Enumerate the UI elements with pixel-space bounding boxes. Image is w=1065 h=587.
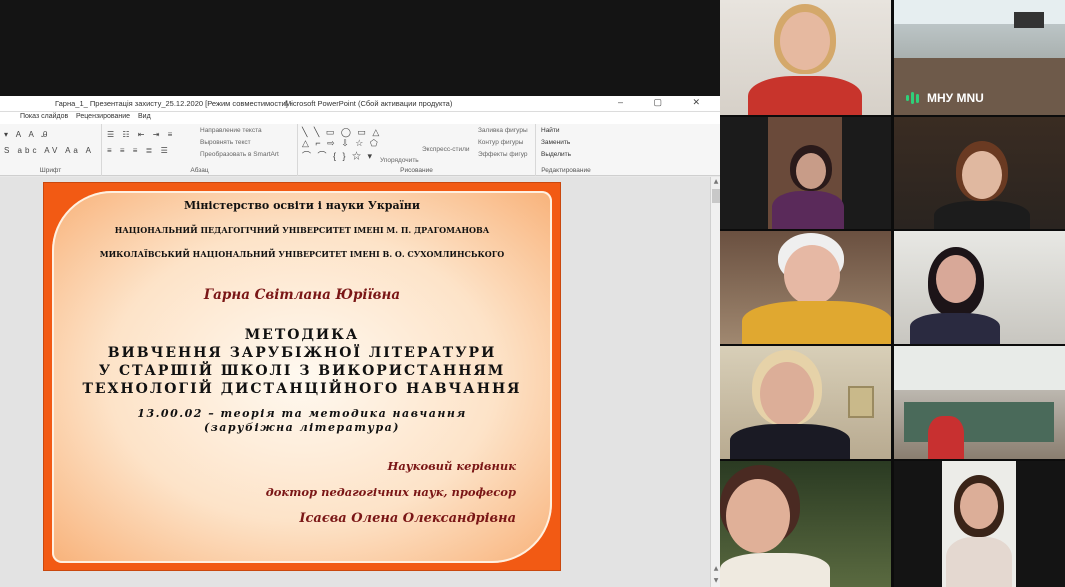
participant-face <box>726 479 790 553</box>
scroll-up-icon[interactable]: ▲ <box>712 178 720 186</box>
text-direction-button[interactable]: Направление текста <box>200 127 262 134</box>
ribbon-group-editing: Найти Заменить Выделить Редактирование <box>536 124 596 176</box>
participant-tile-mnu[interactable]: МНУ MNU <box>894 0 1065 115</box>
list-buttons[interactable]: ☰ ☷ ⇤ ⇥ ≡ <box>107 130 175 139</box>
app-name: Microsoft PowerPoint (Сбой активации про… <box>285 99 453 108</box>
room-tables <box>904 402 1054 442</box>
title-bar: Гарна_1_ Презентація захисту_25.12.2020 … <box>0 96 720 112</box>
participant-body <box>910 313 1000 344</box>
window-controls[interactable]: – ▢ ✕ <box>618 97 714 108</box>
participant-body <box>928 416 964 459</box>
participant-tile[interactable] <box>720 346 891 459</box>
participant-face <box>936 255 976 303</box>
participant-tile[interactable] <box>720 0 891 115</box>
ribbon: ▾ A A Ꭿ S abc AV Aa A Шрифт ☰ ☷ ⇤ ⇥ ≡ ≡ … <box>0 124 720 176</box>
supervisor-degree: доктор педагогічних наук, професор <box>265 485 516 499</box>
shapes-gallery[interactable]: ╲ ╲ ▭ ◯ ▭ △ △ ⌐ ⇨ ⇩ ☆ ⬠ ⌒ ⌒ { } ☆ ▾ <box>302 127 381 162</box>
university-1-text: НАЦІОНАЛЬНИЙ ПЕДАГОГІЧНИЙ УНІВЕРСИТЕТ ІМ… <box>114 225 490 235</box>
participant-tile[interactable] <box>894 117 1065 229</box>
vertical-scrollbar[interactable]: ▲ ▲ ▼ <box>710 177 720 587</box>
ribbon-group-drawing: ╲ ╲ ▭ ◯ ▭ △ △ ⌐ ⇨ ⇩ ☆ ⬠ ⌒ ⌒ { } ☆ ▾ Упоряд… <box>298 124 536 176</box>
room-screen <box>1014 12 1044 28</box>
participant-face <box>760 362 814 426</box>
tab-view[interactable]: Вид <box>138 113 151 120</box>
window-title: Гарна_1_ Презентація захисту_25.12.2020 … <box>55 99 293 108</box>
powerpoint-window: Гарна_1_ Презентація захисту_25.12.2020 … <box>0 96 720 587</box>
speaker-name-label: МНУ MNU <box>906 91 984 105</box>
supervisor-name: Ісаєва Олена Олександрівна <box>299 511 516 526</box>
scroll-thumb[interactable] <box>712 189 720 203</box>
ministry-text: Міністерство освіти і науки України <box>183 199 420 212</box>
wall-picture <box>848 386 874 418</box>
participant-body <box>772 191 844 229</box>
ribbon-group-paragraph: ☰ ☷ ⇤ ⇥ ≡ ≡ ≡ ≡ ≣ ☰ Направление текста В… <box>102 124 298 176</box>
shared-screen: Гарна_1_ Презентація захисту_25.12.2020 … <box>0 0 720 587</box>
ribbon-group-label: Шрифт <box>39 167 62 174</box>
font-style-buttons[interactable]: S abc AV Aa A <box>4 146 94 155</box>
font-size-buttons[interactable]: ▾ A A Ꭿ <box>4 130 50 140</box>
university-2-text: МИКОЛАЇВСЬКИЙ НАЦІОНАЛЬНИЙ УНІВЕРСИТЕТ І… <box>99 249 505 259</box>
ribbon-group-font: ▾ A A Ꭿ S abc AV Aa A Шрифт <box>0 124 102 176</box>
specialty-line-2: (зарубіжна література) <box>203 421 400 434</box>
arrange-button[interactable]: Упорядочить <box>380 157 419 164</box>
participant-tile[interactable] <box>894 461 1065 587</box>
audio-level-icon <box>906 92 919 104</box>
participant-body <box>730 424 850 459</box>
specialty-line-1: 13.00.02 – теорія та методика навчання <box>137 407 467 420</box>
ribbon-tabs: Показ слайдов Рецензирование Вид <box>0 112 720 124</box>
participant-tile[interactable] <box>720 117 891 229</box>
replace-button[interactable]: Заменить <box>541 139 570 146</box>
participant-body <box>748 76 862 115</box>
title-line-1: МЕТОДИКА <box>244 327 360 343</box>
participant-body <box>934 201 1030 229</box>
ribbon-group-label: Рисование <box>400 167 433 174</box>
find-button[interactable]: Найти <box>541 127 560 134</box>
participant-tile[interactable] <box>894 346 1065 459</box>
align-buttons[interactable]: ≡ ≡ ≡ ≣ ☰ <box>107 146 171 155</box>
align-text-button[interactable]: Выровнять текст <box>200 139 251 146</box>
quick-styles-button[interactable]: Экспресс-стили <box>422 146 470 153</box>
ribbon-group-label: Редактирование <box>541 167 591 174</box>
participant-face <box>962 151 1002 199</box>
shape-fill-button[interactable]: Заливка фигуры <box>478 127 528 134</box>
slide: Міністерство освіти і науки України НАЦІ… <box>43 182 561 571</box>
participant-body <box>946 537 1012 587</box>
supervisor-label: Науковий керівник <box>387 459 516 473</box>
room-table <box>894 58 1065 115</box>
participant-face <box>796 153 826 189</box>
participant-face <box>784 245 840 305</box>
participant-tile[interactable] <box>720 231 891 344</box>
participants-grid: МНУ MNU <box>720 0 1065 587</box>
slide-workspace: Міністерство освіти і науки України НАЦІ… <box>0 177 720 587</box>
prev-slide-icon[interactable]: ▲ <box>712 565 720 573</box>
tab-review[interactable]: Рецензирование <box>76 113 130 120</box>
ribbon-group-label: Абзац <box>190 167 209 174</box>
participant-face <box>780 12 830 70</box>
author-name: Гарна Світлана Юріївна <box>203 287 401 303</box>
participant-body <box>742 301 891 344</box>
title-line-4: ТЕХНОЛОГІЙ ДИСТАНЦІЙНОГО НАВЧАННЯ <box>82 381 522 397</box>
participant-body <box>720 553 830 587</box>
room-wall <box>894 346 1065 390</box>
video-call-screen: Гарна_1_ Презентація захисту_25.12.2020 … <box>0 0 1065 587</box>
participant-tile[interactable] <box>720 461 891 587</box>
title-line-3: У СТАРШІЙ ШКОЛІ З ВИКОРИСТАННЯМ <box>98 363 506 379</box>
speaker-name: МНУ MNU <box>927 91 984 105</box>
next-slide-icon[interactable]: ▼ <box>712 577 720 585</box>
smartart-button[interactable]: Преобразовать в SmartArt <box>200 151 279 158</box>
participant-tile[interactable] <box>894 231 1065 344</box>
title-line-2: ВИВЧЕННЯ ЗАРУБІЖНОЇ ЛІТЕРАТУРИ <box>107 345 497 361</box>
tab-slideshow[interactable]: Показ слайдов <box>20 113 68 120</box>
shape-effects-button[interactable]: Эффекты фигур <box>478 151 528 158</box>
participant-face <box>960 483 998 529</box>
shape-outline-button[interactable]: Контур фигуры <box>478 139 523 146</box>
select-button[interactable]: Выделить <box>541 151 571 158</box>
